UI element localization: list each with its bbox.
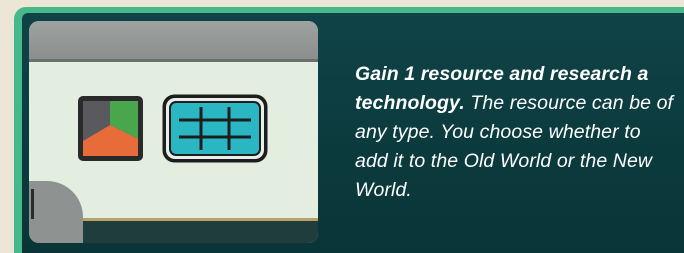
action-card <box>29 21 318 243</box>
card-top-bar <box>29 21 318 59</box>
card-notch-mark <box>31 189 34 219</box>
rule-description: Gain 1 resource and research a technolog… <box>355 60 675 205</box>
any-resource-icon <box>78 96 143 161</box>
technology-grid-icon <box>162 94 268 163</box>
